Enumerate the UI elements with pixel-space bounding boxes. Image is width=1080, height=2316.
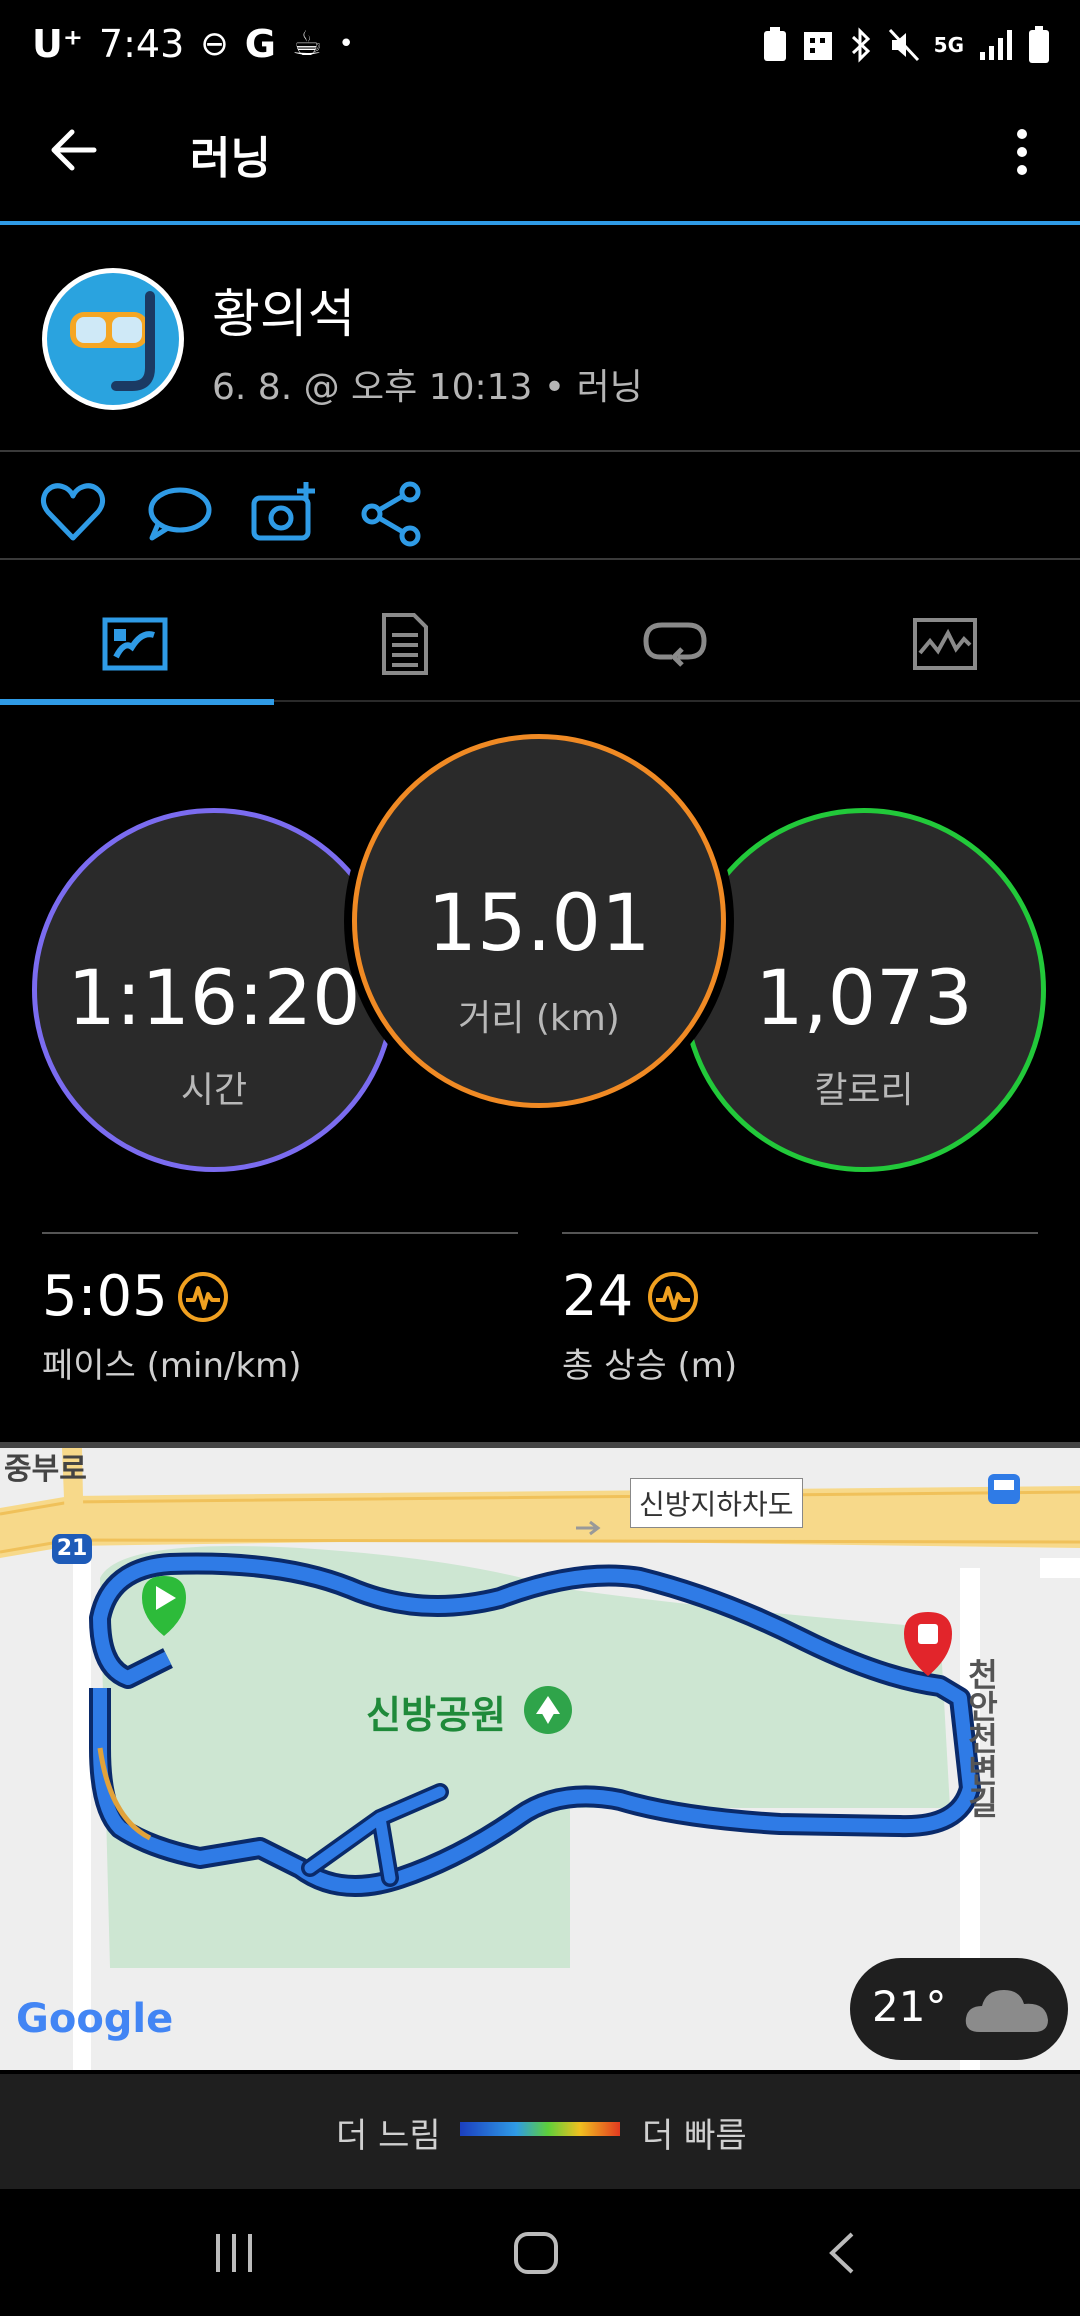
pace-gradient xyxy=(460,2122,620,2136)
distance-value: 15.01 xyxy=(427,879,651,969)
comment-icon[interactable] xyxy=(144,478,214,548)
elevation-activity-icon[interactable] xyxy=(646,1270,700,1324)
pace-label: 페이스 (min/km) xyxy=(42,1346,302,1386)
like-heart-icon[interactable] xyxy=(38,478,108,548)
add-photo-icon[interactable] xyxy=(250,478,320,548)
building-icon xyxy=(803,32,832,60)
back-arrow-icon[interactable] xyxy=(46,122,102,178)
pace-legend: 더 느림 더 빠름 xyxy=(0,2074,1080,2189)
legend-faster: 더 빠름 xyxy=(642,2116,747,2156)
road-label: 중부로 xyxy=(4,1452,87,1487)
app-bar: 러닝 xyxy=(0,100,1080,224)
mute-icon xyxy=(888,28,919,62)
document-icon xyxy=(382,613,428,675)
header-divider xyxy=(0,221,1080,225)
pace-activity-icon[interactable] xyxy=(176,1270,230,1324)
tab-overview[interactable] xyxy=(0,588,270,700)
battery-saver-icon xyxy=(763,27,786,61)
cloud-icon xyxy=(965,1990,1048,2032)
underpass-label: 신방지하차도 xyxy=(630,1478,803,1528)
distance-label: 거리 (km) xyxy=(458,998,620,1039)
elevation-label: 총 상승 (m) xyxy=(562,1346,738,1386)
status-bar: U⁺ 7:43 ⊖ G ☕ • 5G xyxy=(0,0,1080,100)
activity-meta: 6. 8. @ 오후 10:13 • 러닝 xyxy=(212,367,643,408)
carrier-label: U⁺ xyxy=(32,22,83,66)
bluetooth-icon xyxy=(851,27,870,63)
coffee-icon: ☕ xyxy=(291,24,323,64)
weather-temp: 21° xyxy=(872,1982,947,2031)
system-nav-bar xyxy=(0,2190,1080,2316)
park-label: 신방공원 xyxy=(366,1693,506,1737)
chart-icon xyxy=(913,618,977,670)
signal-icon xyxy=(980,30,1012,60)
page-title: 러닝 xyxy=(190,133,271,184)
stats-overview-icon xyxy=(102,617,168,671)
network-type: 5G xyxy=(933,33,964,57)
dot-icon: • xyxy=(338,29,354,59)
calories-value: 1,073 xyxy=(755,953,973,1042)
time-label: 시간 xyxy=(180,1070,248,1111)
divider xyxy=(274,700,1080,702)
street-label: 천안천변길 xyxy=(962,1658,1000,1818)
back-nav-icon[interactable] xyxy=(822,2230,862,2276)
snorkel-mask-icon xyxy=(47,273,179,405)
home-icon[interactable] xyxy=(512,2230,560,2276)
pace-value: 5:05 xyxy=(42,1264,168,1329)
distance-stat: 15.01 거리 (km) xyxy=(352,734,726,1108)
weather-badge[interactable]: 21° xyxy=(850,1958,1068,2060)
share-icon[interactable] xyxy=(356,478,426,548)
legend-slower: 더 느림 xyxy=(336,2116,441,2156)
route-map[interactable]: 중부로 신방지하차도 21 신방공원 천안천변길 Google 21° xyxy=(0,1448,1080,2070)
clock: 7:43 xyxy=(98,22,185,66)
time-value: 1:16:20 xyxy=(67,953,361,1042)
google-icon: G xyxy=(244,22,276,66)
more-options-icon[interactable] xyxy=(1006,126,1038,178)
tab-indicator xyxy=(0,699,274,705)
google-logo: Google xyxy=(16,1996,174,2042)
calories-stat: 1,073 칼로리 xyxy=(682,808,1046,1172)
route-number: 21 xyxy=(56,1536,88,1561)
user-name[interactable]: 황의석 xyxy=(212,272,356,347)
divider xyxy=(562,1232,1038,1234)
elevation-value: 24 xyxy=(562,1264,634,1329)
time-stat: 1:16:20 시간 xyxy=(32,808,396,1172)
divider xyxy=(0,450,1080,452)
calories-label: 칼로리 xyxy=(814,1070,914,1111)
laps-loop-icon xyxy=(643,622,707,667)
tab-details[interactable] xyxy=(270,588,540,700)
tab-charts[interactable] xyxy=(810,588,1080,700)
tab-laps[interactable] xyxy=(540,588,810,700)
divider xyxy=(42,1232,518,1234)
recent-apps-icon[interactable] xyxy=(212,2232,256,2274)
divider xyxy=(0,558,1080,560)
battery-icon xyxy=(1029,26,1049,63)
avatar[interactable] xyxy=(42,268,184,410)
dnd-icon: ⊖ xyxy=(200,24,229,64)
